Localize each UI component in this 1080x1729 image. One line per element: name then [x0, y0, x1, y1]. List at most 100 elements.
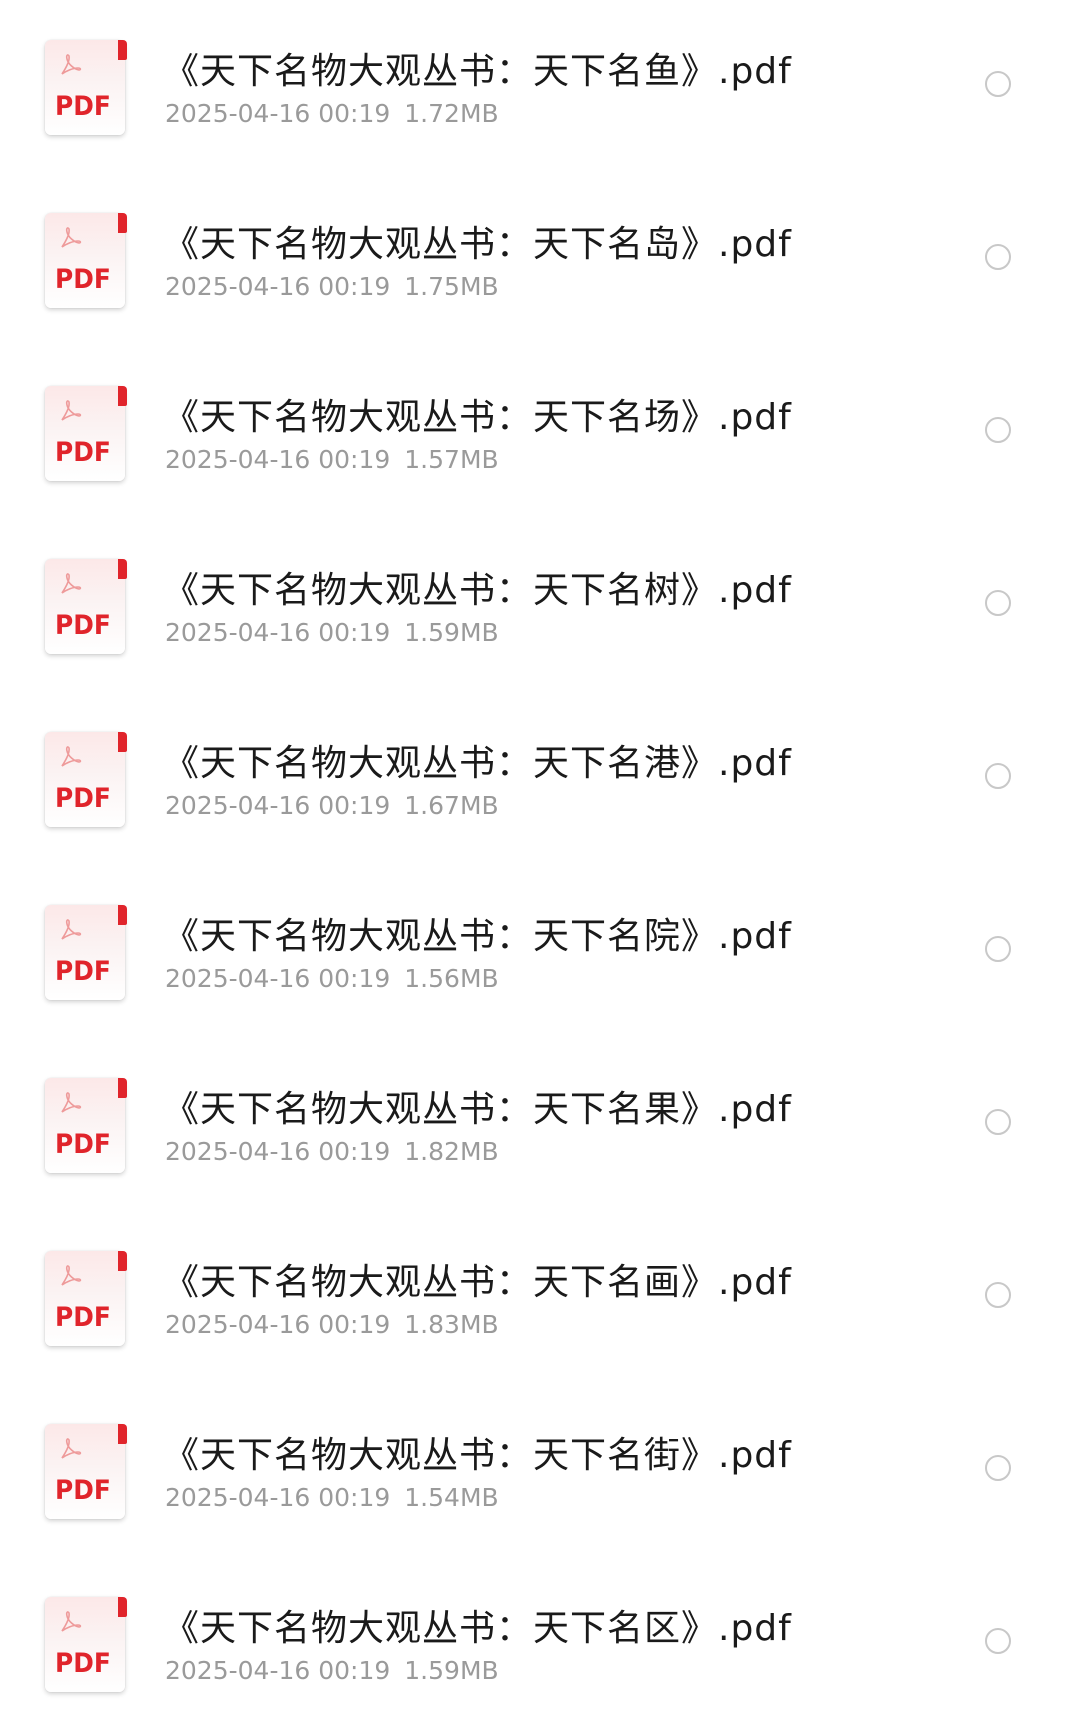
pdf-label: PDF [55, 264, 111, 295]
file-size: 1.72MB [404, 99, 499, 128]
file-meta: 2025-04-16 00:19 1.56MB [165, 964, 499, 993]
file-name[interactable]: 《天下名物大观丛书：天下名街》.pdf [163, 1426, 792, 1478]
pdf-corner-tab [118, 213, 127, 233]
file-name[interactable]: 《天下名物大观丛书：天下名院》.pdf [163, 907, 792, 959]
file-row[interactable]: PDF 《天下名物大观丛书：天下名画》.pdf 2025-04-16 00:19… [0, 1211, 1080, 1383]
file-row[interactable]: PDF 《天下名物大观丛书：天下名区》.pdf 2025-04-16 00:19… [0, 1557, 1080, 1729]
file-date: 2025-04-16 00:19 [165, 964, 391, 993]
select-radio-button[interactable] [985, 417, 1011, 443]
file-name[interactable]: 《天下名物大观丛书：天下名果》.pdf [163, 1080, 792, 1132]
file-row[interactable]: PDF 《天下名物大观丛书：天下名街》.pdf 2025-04-16 00:19… [0, 1384, 1080, 1556]
pdf-corner-tab [118, 559, 127, 579]
file-row[interactable]: PDF 《天下名物大观丛书：天下名树》.pdf 2025-04-16 00:19… [0, 519, 1080, 691]
file-date: 2025-04-16 00:19 [165, 272, 391, 301]
file-size: 1.67MB [404, 791, 499, 820]
pdf-corner-tab [118, 1251, 127, 1271]
file-meta: 2025-04-16 00:19 1.82MB [165, 1137, 499, 1166]
file-row[interactable]: PDF 《天下名物大观丛书：天下名院》.pdf 2025-04-16 00:19… [0, 865, 1080, 1037]
file-size: 1.56MB [404, 964, 499, 993]
pdf-label: PDF [55, 1129, 111, 1160]
file-name[interactable]: 《天下名物大观丛书：天下名画》.pdf [163, 1253, 792, 1305]
select-radio-button[interactable] [985, 1455, 1011, 1481]
pdf-corner-tab [118, 1424, 127, 1444]
file-date: 2025-04-16 00:19 [165, 618, 391, 647]
pdf-icon: PDF [45, 1078, 127, 1173]
pdf-corner-tab [118, 1078, 127, 1098]
acrobat-logo-icon [61, 919, 82, 940]
file-meta: 2025-04-16 00:19 1.72MB [165, 99, 499, 128]
pdf-corner-tab [118, 1597, 127, 1617]
pdf-label: PDF [55, 91, 111, 122]
pdf-label: PDF [55, 437, 111, 468]
select-radio-button[interactable] [985, 590, 1011, 616]
pdf-icon: PDF [45, 213, 127, 308]
file-meta: 2025-04-16 00:19 1.67MB [165, 791, 499, 820]
file-size: 1.59MB [404, 1656, 499, 1685]
acrobat-logo-icon [61, 54, 82, 75]
pdf-icon: PDF [45, 1597, 127, 1692]
acrobat-logo-icon [61, 1265, 82, 1286]
file-name[interactable]: 《天下名物大观丛书：天下名场》.pdf [163, 388, 792, 440]
file-meta: 2025-04-16 00:19 1.54MB [165, 1483, 499, 1512]
pdf-corner-tab [118, 40, 127, 60]
pdf-label: PDF [55, 1475, 111, 1506]
pdf-label: PDF [55, 1648, 111, 1679]
select-radio-button[interactable] [985, 71, 1011, 97]
select-radio-button[interactable] [985, 1282, 1011, 1308]
file-meta: 2025-04-16 00:19 1.75MB [165, 272, 499, 301]
file-size: 1.54MB [404, 1483, 499, 1512]
file-meta: 2025-04-16 00:19 1.83MB [165, 1310, 499, 1339]
acrobat-logo-icon [61, 1438, 82, 1459]
file-name[interactable]: 《天下名物大观丛书：天下名鱼》.pdf [163, 42, 792, 94]
file-date: 2025-04-16 00:19 [165, 445, 391, 474]
file-size: 1.57MB [404, 445, 499, 474]
file-size: 1.59MB [404, 618, 499, 647]
pdf-icon: PDF [45, 1251, 127, 1346]
file-row[interactable]: PDF 《天下名物大观丛书：天下名场》.pdf 2025-04-16 00:19… [0, 346, 1080, 518]
pdf-icon: PDF [45, 40, 127, 135]
file-meta: 2025-04-16 00:19 1.59MB [165, 1656, 499, 1685]
select-radio-button[interactable] [985, 1628, 1011, 1654]
select-radio-button[interactable] [985, 244, 1011, 270]
file-row[interactable]: PDF 《天下名物大观丛书：天下名港》.pdf 2025-04-16 00:19… [0, 692, 1080, 864]
file-date: 2025-04-16 00:19 [165, 1310, 391, 1339]
pdf-icon: PDF [45, 905, 127, 1000]
acrobat-logo-icon [61, 227, 82, 248]
file-name[interactable]: 《天下名物大观丛书：天下名区》.pdf [163, 1599, 792, 1651]
pdf-icon: PDF [45, 732, 127, 827]
file-name[interactable]: 《天下名物大观丛书：天下名树》.pdf [163, 561, 792, 613]
file-date: 2025-04-16 00:19 [165, 791, 391, 820]
file-list: PDF 《天下名物大观丛书：天下名鱼》.pdf 2025-04-16 00:19… [0, 0, 1080, 1707]
file-meta: 2025-04-16 00:19 1.57MB [165, 445, 499, 474]
pdf-label: PDF [55, 610, 111, 641]
file-size: 1.82MB [404, 1137, 499, 1166]
file-size: 1.83MB [404, 1310, 499, 1339]
pdf-label: PDF [55, 783, 111, 814]
pdf-corner-tab [118, 386, 127, 406]
acrobat-logo-icon [61, 573, 82, 594]
file-size: 1.75MB [404, 272, 499, 301]
file-meta: 2025-04-16 00:19 1.59MB [165, 618, 499, 647]
acrobat-logo-icon [61, 1092, 82, 1113]
file-date: 2025-04-16 00:19 [165, 99, 391, 128]
file-date: 2025-04-16 00:19 [165, 1137, 391, 1166]
file-name[interactable]: 《天下名物大观丛书：天下名岛》.pdf [163, 215, 792, 267]
select-radio-button[interactable] [985, 763, 1011, 789]
pdf-icon: PDF [45, 559, 127, 654]
file-date: 2025-04-16 00:19 [165, 1483, 391, 1512]
acrobat-logo-icon [61, 746, 82, 767]
file-row[interactable]: PDF 《天下名物大观丛书：天下名鱼》.pdf 2025-04-16 00:19… [0, 0, 1080, 172]
acrobat-logo-icon [61, 1611, 82, 1632]
pdf-icon: PDF [45, 386, 127, 481]
select-radio-button[interactable] [985, 936, 1011, 962]
select-radio-button[interactable] [985, 1109, 1011, 1135]
pdf-icon: PDF [45, 1424, 127, 1519]
pdf-label: PDF [55, 956, 111, 987]
acrobat-logo-icon [61, 400, 82, 421]
file-row[interactable]: PDF 《天下名物大观丛书：天下名果》.pdf 2025-04-16 00:19… [0, 1038, 1080, 1210]
pdf-corner-tab [118, 905, 127, 925]
pdf-corner-tab [118, 732, 127, 752]
pdf-label: PDF [55, 1302, 111, 1333]
file-row[interactable]: PDF 《天下名物大观丛书：天下名岛》.pdf 2025-04-16 00:19… [0, 173, 1080, 345]
file-name[interactable]: 《天下名物大观丛书：天下名港》.pdf [163, 734, 792, 786]
